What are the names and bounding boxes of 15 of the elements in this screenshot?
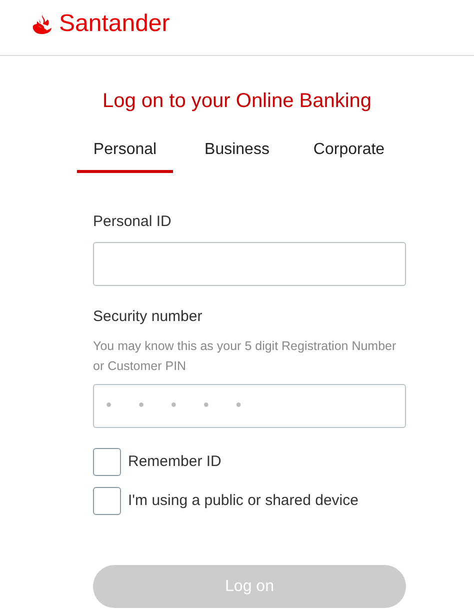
checkbox-label: I'm using a public or shared device — [128, 490, 358, 511]
hint-text: You may know this as your 5 digit Registration Number or Customer PIN — [93, 338, 398, 375]
field-label: Personal ID — [93, 212, 172, 232]
input-field[interactable] — [93, 242, 406, 286]
flame-icon — [31, 12, 53, 34]
tab[interactable]: Business — [189, 138, 285, 173]
input-field[interactable]: • • • • • — [93, 384, 406, 428]
checkbox[interactable] — [93, 487, 121, 515]
field-label: Security number — [93, 306, 204, 326]
checkbox-label: Remember ID — [128, 452, 222, 472]
page-title: Log on to your Online Banking — [102, 89, 372, 114]
tab[interactable]: Personal — [77, 138, 173, 173]
brand-name: Santander — [59, 12, 170, 36]
tab[interactable]: Corporate — [301, 138, 397, 173]
checkbox[interactable] — [93, 448, 121, 476]
